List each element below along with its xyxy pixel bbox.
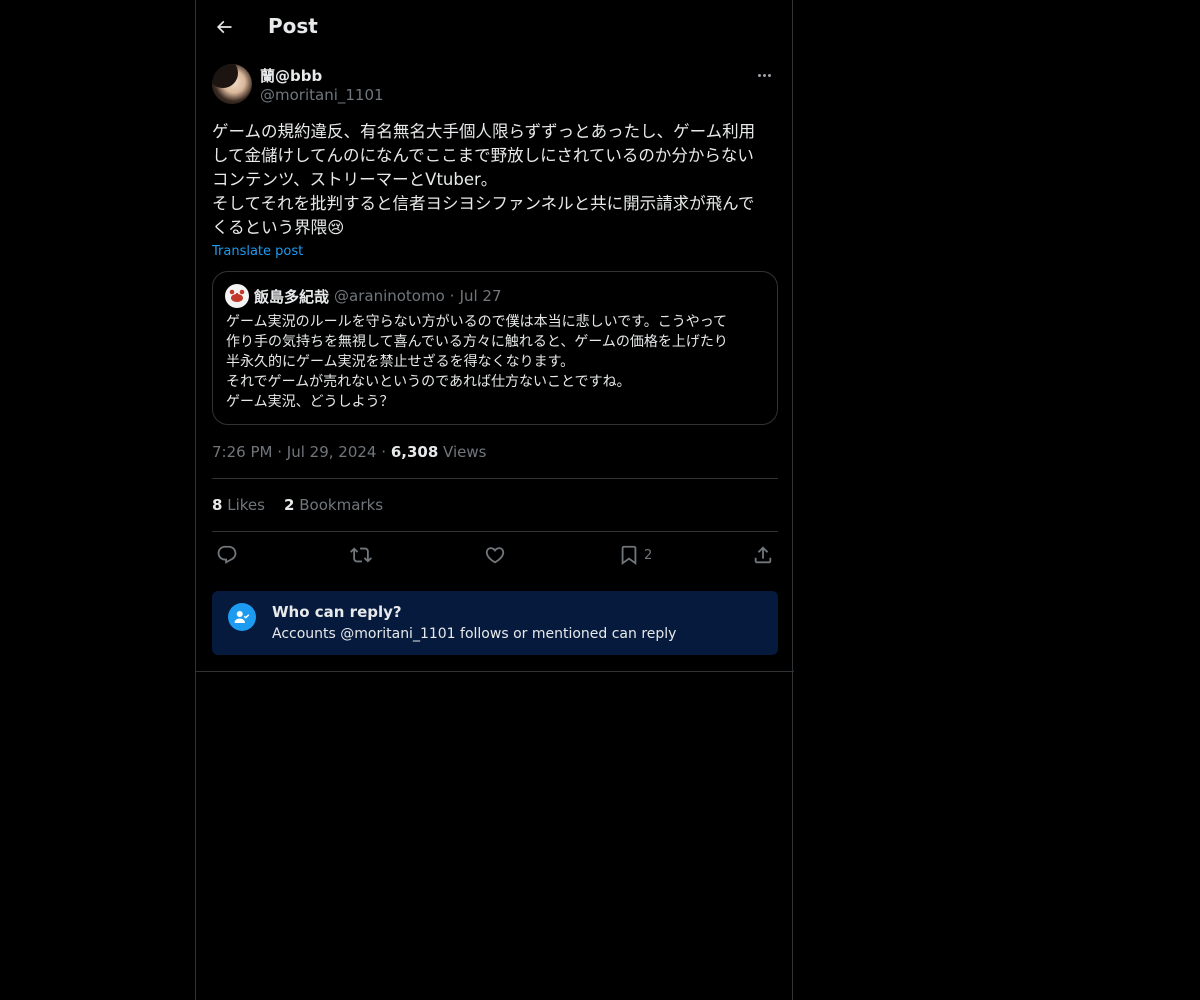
main-column: Post 蘭@bbb @moritani_1101 ゲームの規約違反、有名無名大…	[195, 0, 794, 1000]
post-detail: 蘭@bbb @moritani_1101 ゲームの規約違反、有名無名大手個人限ら…	[212, 62, 778, 655]
who-can-reply-title: Who can reply?	[272, 603, 402, 621]
repost-icon	[350, 547, 372, 563]
post-meta: 7:26 PM · Jul 29, 2024 · 6,308 Views	[212, 443, 486, 461]
author-display-name[interactable]: 蘭@bbb	[260, 65, 322, 86]
share-button[interactable]	[752, 543, 774, 567]
post-time[interactable]: 7:26 PM	[212, 443, 272, 461]
meta-separator: ·	[381, 443, 387, 461]
page-title: Post	[268, 14, 318, 38]
more-options-button[interactable]	[752, 66, 776, 84]
views-count: 6,308	[390, 443, 439, 461]
person-check-icon	[228, 603, 256, 631]
likes-link[interactable]: 8 Likes	[212, 496, 270, 514]
bookmark-count: 2	[644, 547, 653, 563]
quote-text: ゲーム実況のルールを守らない方がいるので僕は本当に悲しいです。こうやって 作り手…	[226, 314, 728, 410]
post-author: 蘭@bbb @moritani_1101	[212, 62, 778, 108]
post-date[interactable]: Jul 29, 2024	[287, 443, 377, 461]
likes-count: 8	[212, 496, 223, 514]
back-button[interactable]	[210, 13, 238, 41]
reply-button[interactable]	[216, 543, 238, 567]
like-button[interactable]	[484, 543, 506, 567]
crab-icon	[225, 284, 249, 308]
views-label: Views	[443, 443, 487, 461]
arrow-left-icon	[216, 20, 232, 34]
meta-separator: ·	[277, 443, 283, 461]
page-header: Post	[196, 0, 794, 54]
divider	[196, 671, 794, 672]
bookmarks-link[interactable]: 2 Bookmarks	[284, 496, 383, 514]
bookmarks-label: Bookmarks	[299, 496, 384, 514]
quote-handle: @araninotomo	[334, 287, 445, 305]
author-handle[interactable]: @moritani_1101	[260, 86, 384, 104]
divider	[212, 478, 778, 479]
quoted-post[interactable]: 飯島多紀哉 @araninotomo · Jul 27 ゲーム実況のルールを守ら…	[212, 271, 778, 425]
quote-separator: ·	[449, 287, 455, 305]
bookmark-button[interactable]: 2	[618, 543, 652, 567]
divider	[212, 531, 778, 532]
quote-header: 飯島多紀哉 @araninotomo · Jul 27	[225, 284, 507, 308]
translate-post-link[interactable]: Translate post	[212, 244, 303, 259]
quote-date: Jul 27	[459, 287, 502, 305]
avatar[interactable]	[212, 64, 252, 104]
heart-icon	[485, 547, 505, 564]
action-bar: 2	[212, 543, 778, 567]
repost-button[interactable]	[350, 543, 372, 567]
who-can-reply-notice: Who can reply? Accounts @moritani_1101 f…	[212, 591, 778, 655]
post-text: ゲームの規約違反、有名無名大手個人限らずずっとあったし、ゲーム利用 して金儲けし…	[212, 122, 756, 237]
reply-icon	[217, 545, 237, 564]
quote-display-name: 飯島多紀哉	[254, 287, 330, 306]
share-icon	[754, 546, 772, 564]
post-stats: 8 Likes 2 Bookmarks	[212, 496, 383, 514]
bookmarks-count: 2	[284, 496, 295, 514]
likes-label: Likes	[227, 496, 265, 514]
who-can-reply-subtitle: Accounts @moritani_1101 follows or menti…	[272, 626, 677, 642]
bookmark-icon	[621, 545, 637, 566]
more-icon	[757, 73, 761, 77]
